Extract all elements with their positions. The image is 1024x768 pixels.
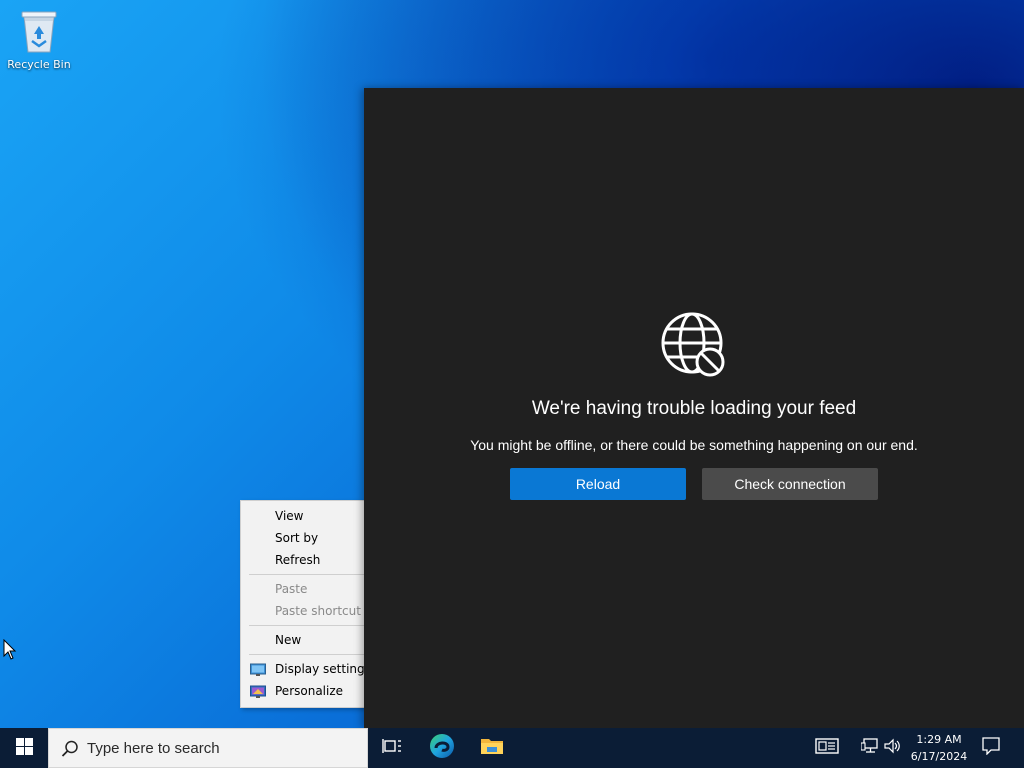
notifications-icon	[982, 737, 1000, 759]
menu-item-new[interactable]: New	[241, 629, 365, 651]
menu-item-label: View	[275, 509, 304, 523]
feed-error-title: We're having trouble loading your feed	[531, 398, 857, 419]
menu-item-refresh[interactable]: Refresh	[241, 549, 365, 571]
desktop-icon-recycle-bin[interactable]: Recycle Bin	[4, 6, 74, 78]
menu-item-label: Paste	[275, 582, 308, 596]
search-input[interactable]	[87, 729, 357, 767]
news-icon	[815, 737, 839, 759]
feed-error-message: We're having trouble loading your feed Y…	[364, 312, 1024, 500]
menu-separator	[249, 625, 365, 626]
menu-item-paste-shortcut[interactable]: Paste shortcut	[241, 600, 365, 622]
network-tray-button[interactable]	[858, 728, 882, 768]
edge-taskbar-button[interactable]	[418, 728, 466, 768]
windows-logo-icon	[15, 737, 33, 759]
search-icon	[61, 740, 79, 758]
task-view-icon	[382, 737, 402, 759]
display-settings-icon	[250, 662, 266, 676]
news-feed-panel: We're having trouble loading your feed Y…	[364, 88, 1024, 728]
task-view-button[interactable]	[368, 728, 416, 768]
recycle-bin-icon	[19, 8, 59, 54]
menu-item-label: Personalize	[275, 684, 344, 698]
recycle-bin-label: Recycle Bin	[7, 58, 71, 71]
taskbar-search-box[interactable]	[48, 728, 368, 768]
mouse-cursor-icon	[3, 638, 17, 661]
menu-item-label: Display settings	[275, 662, 366, 676]
action-center-button[interactable]	[978, 728, 1004, 768]
menu-item-view[interactable]: View	[241, 505, 365, 527]
menu-item-paste[interactable]: Paste	[241, 578, 365, 600]
network-icon	[860, 738, 879, 758]
taskbar-clock[interactable]: 1:29 AM 6/17/2024	[904, 731, 974, 765]
feed-button-row: Reload Check connection	[364, 468, 1024, 500]
news-interests-button[interactable]	[810, 728, 844, 768]
start-button[interactable]	[0, 728, 48, 768]
menu-item-personalize[interactable]: Personalize	[241, 680, 365, 702]
desktop-context-menu: View Sort by Refresh Paste Paste shortcu…	[240, 500, 366, 708]
edge-icon	[429, 733, 455, 763]
check-connection-button[interactable]: Check connection	[702, 468, 878, 500]
file-explorer-taskbar-button[interactable]	[468, 728, 516, 768]
reload-button[interactable]: Reload	[510, 468, 686, 500]
menu-item-display-settings[interactable]: Display settings	[241, 658, 365, 680]
personalize-icon	[250, 684, 266, 698]
volume-tray-button[interactable]	[882, 728, 904, 768]
volume-icon	[884, 738, 902, 758]
globe-blocked-icon	[661, 312, 727, 378]
menu-item-label: Sort by	[275, 531, 319, 545]
menu-separator	[249, 654, 365, 655]
clock-date: 6/17/2024	[910, 750, 968, 763]
menu-item-label: Paste shortcut	[275, 604, 361, 618]
menu-item-label: New	[275, 633, 302, 647]
file-explorer-icon	[480, 736, 504, 760]
clock-time: 1:29 AM	[916, 733, 962, 746]
taskbar: 1:29 AM 6/17/2024	[0, 728, 1024, 768]
menu-item-label: Refresh	[275, 553, 321, 567]
menu-separator	[249, 574, 365, 575]
menu-item-sort-by[interactable]: Sort by	[241, 527, 365, 549]
feed-error-subtitle: You might be offline, or there could be …	[470, 437, 918, 453]
